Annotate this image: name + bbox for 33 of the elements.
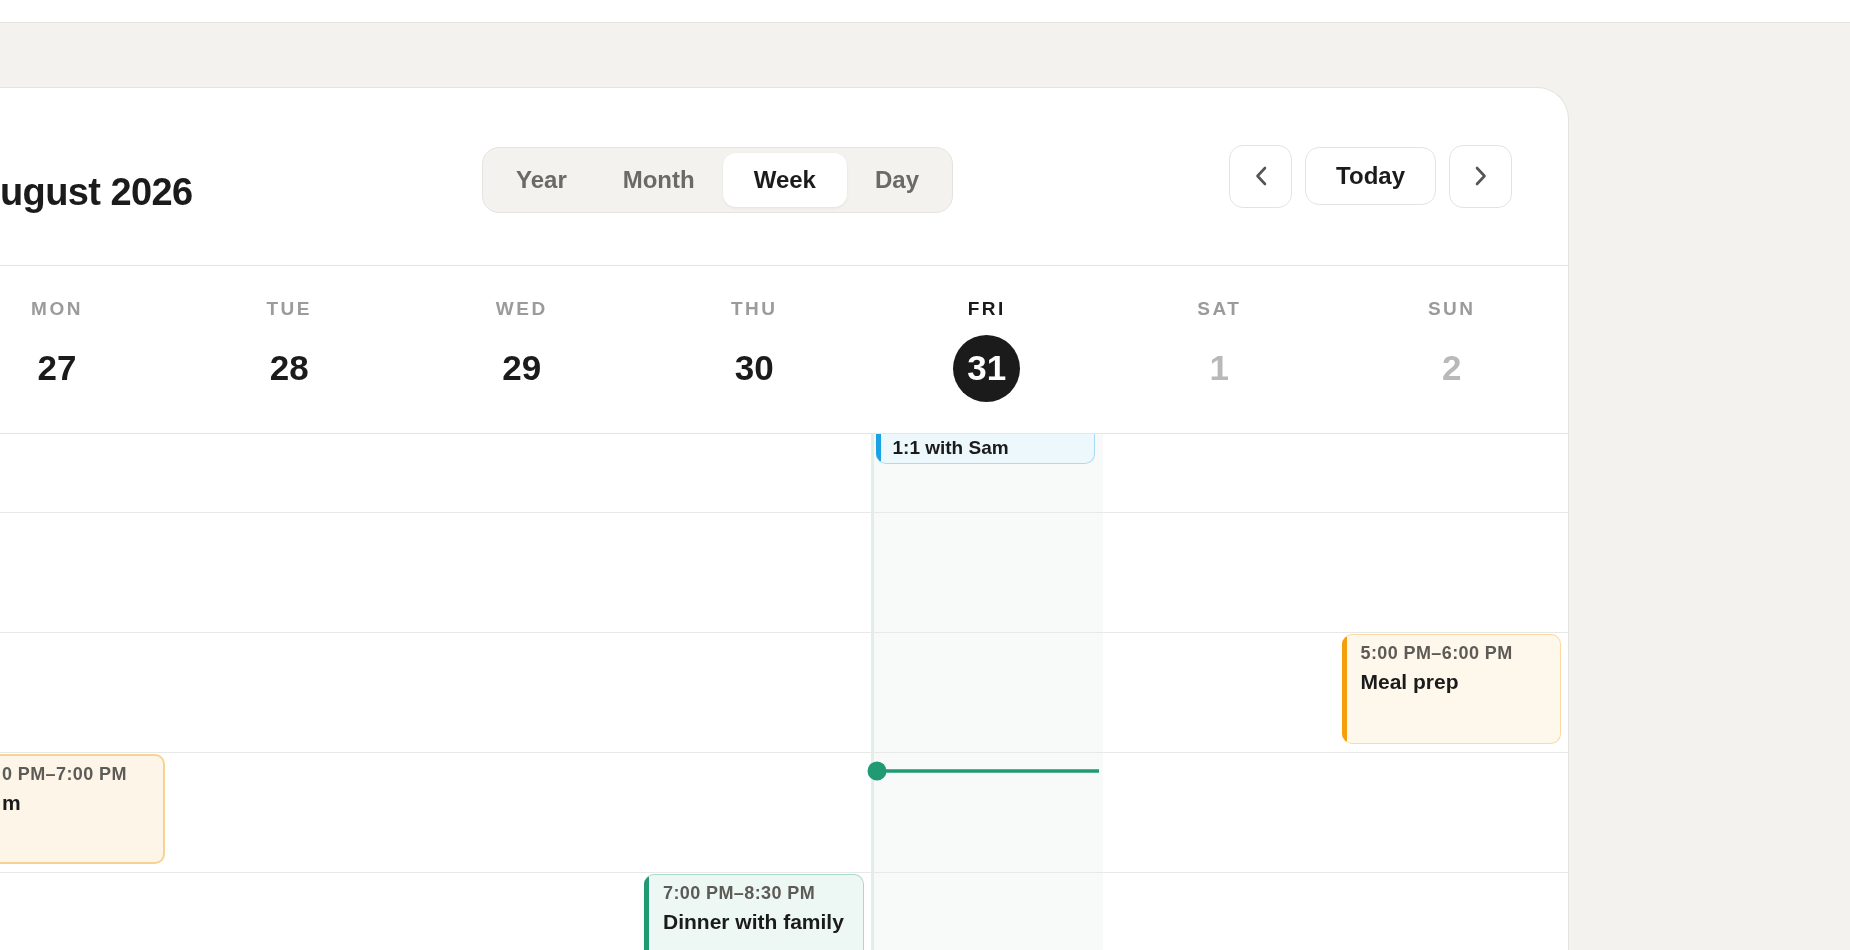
event-card[interactable]: 7:00 PM–8:30 PM Dinner with family bbox=[644, 873, 864, 950]
weekday-label: SAT bbox=[1197, 297, 1242, 321]
date-number[interactable]: 27 bbox=[23, 335, 91, 402]
event-title: Dinner with family bbox=[663, 909, 845, 935]
event-time: 7:00 PM–8:30 PM bbox=[663, 882, 817, 904]
event-title: m bbox=[2, 789, 22, 816]
month-title: ugust 2026 bbox=[0, 170, 193, 215]
date-number[interactable]: 29 bbox=[488, 335, 556, 402]
chevron-right-icon bbox=[1474, 166, 1487, 186]
next-button[interactable] bbox=[1449, 144, 1512, 208]
weekday-label: FRI bbox=[967, 297, 1006, 321]
previous-button[interactable] bbox=[1229, 144, 1293, 208]
weekday-label: TUE bbox=[266, 297, 312, 321]
today-button[interactable]: Today bbox=[1305, 147, 1436, 205]
event-card[interactable]: 1:1 with Sam bbox=[875, 434, 1095, 464]
event-time: 5:00 PM–6:00 PM bbox=[1360, 642, 1514, 664]
weekday-label: WED bbox=[495, 297, 548, 321]
chevron-left-icon bbox=[1254, 166, 1267, 186]
event-card[interactable]: 0 PM–7:00 PM m bbox=[0, 753, 165, 864]
event-title: 1:1 with Sam bbox=[892, 436, 1010, 459]
event-title: Meal prep bbox=[1360, 669, 1460, 695]
view-tab[interactable]: Week bbox=[722, 152, 847, 207]
view-tab[interactable]: Month bbox=[594, 152, 723, 207]
view-tab[interactable]: Year bbox=[488, 152, 595, 207]
weekday-label: MON bbox=[31, 297, 83, 321]
weekday-label: THU bbox=[730, 297, 778, 321]
date-number[interactable]: 30 bbox=[720, 335, 788, 402]
date-number[interactable]: 31 bbox=[953, 335, 1021, 402]
view-tab[interactable]: Day bbox=[846, 152, 947, 207]
event-card[interactable]: 5:00 PM–6:00 PM Meal prep bbox=[1341, 633, 1561, 744]
date-number[interactable]: 28 bbox=[255, 335, 323, 402]
weekday-label: SUN bbox=[1427, 297, 1476, 321]
event-time: 0 PM–7:00 PM bbox=[2, 762, 128, 785]
